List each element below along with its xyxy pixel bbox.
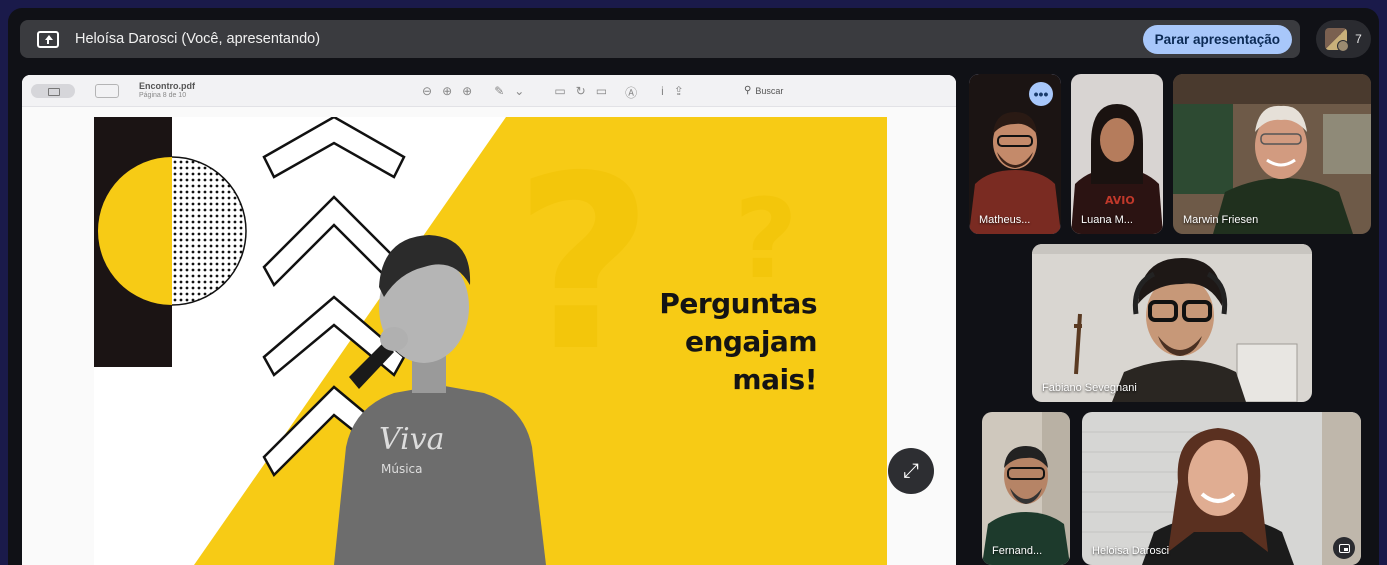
more-options-icon[interactable]: •••	[1029, 82, 1053, 106]
share-icon[interactable]: ⇪	[674, 84, 684, 101]
participant-tile-fabiano[interactable]: Fabiano Sevegnani	[1032, 244, 1312, 402]
participant-tile-marwin[interactable]: Marwin Friesen	[1173, 74, 1371, 234]
slide-headline: Perguntas engajam mais!	[659, 285, 817, 399]
svg-text:Música: Música	[381, 462, 423, 476]
pip-icon[interactable]	[1333, 537, 1355, 559]
zoom-fit-icon[interactable]: ⊕	[462, 84, 472, 101]
shared-screen: Encontro.pdf Página 8 de 10 ⊖ ⊕ ⊕ ✎ ⌄ ▭ …	[22, 75, 956, 565]
markup-chevron-icon[interactable]: ⌄	[514, 84, 524, 101]
participant-count: 7	[1355, 32, 1362, 46]
participant-name: Fernand...	[992, 545, 1043, 557]
participant-tile-fernando[interactable]: Fernand...	[982, 412, 1070, 565]
crop-icon[interactable]: ▭	[554, 84, 565, 101]
search-label: Buscar	[755, 85, 784, 96]
file-info: Encontro.pdf Página 8 de 10	[139, 81, 195, 101]
expand-icon[interactable]: ⤢	[888, 448, 934, 494]
presenting-bar: Heloísa Darosci (Você, apresentando) Par…	[20, 20, 1300, 58]
participant-name: Heloisa Darosci	[1092, 545, 1170, 557]
rotate-icon[interactable]: ↻	[576, 84, 586, 101]
zoom-out-icon[interactable]: ⊖	[422, 84, 432, 101]
layout-button[interactable]	[95, 83, 119, 98]
svg-text:?: ?	[734, 175, 798, 303]
participant-name: Marwin Friesen	[1183, 214, 1259, 226]
page-info: Página 8 de 10	[139, 91, 187, 99]
svg-text:?: ?	[514, 124, 653, 404]
zoom-in-icon[interactable]: ⊕	[442, 84, 452, 101]
svg-text:Viva: Viva	[379, 422, 445, 457]
meeting-stage: Heloísa Darosci (Você, apresentando) Par…	[8, 8, 1379, 565]
viewer-tools: ⊖ ⊕ ⊕ ✎ ⌄ ▭ ↻ ▭ Ⓐ i ⇪	[422, 84, 684, 101]
file-name: Encontro.pdf	[139, 80, 195, 91]
participant-tile-heloisa[interactable]: Heloisa Darosci	[1082, 412, 1361, 565]
headline-line-1: Perguntas	[659, 287, 817, 320]
participant-video	[1082, 412, 1361, 565]
participant-video	[982, 412, 1070, 565]
participants-button[interactable]: 7	[1316, 20, 1371, 58]
participant-video: AVIO	[1071, 74, 1163, 234]
participant-tile-matheus[interactable]: ••• Matheus...	[969, 74, 1061, 234]
participant-video	[1032, 244, 1312, 402]
participant-tile-luana[interactable]: AVIO Luana M...	[1071, 74, 1163, 234]
search-icon: ⚲	[744, 85, 752, 96]
present-screen-icon	[37, 30, 59, 48]
pdf-viewer-toolbar: Encontro.pdf Página 8 de 10 ⊖ ⊕ ⊕ ✎ ⌄ ▭ …	[22, 75, 956, 107]
document-area: ? ? Viva Música Perguntas engajam mais!	[22, 107, 956, 565]
highlight-icon[interactable]: Ⓐ	[625, 84, 637, 101]
markup-icon[interactable]: ✎	[494, 84, 504, 101]
presenter-label: Heloísa Darosci (Você, apresentando)	[75, 31, 321, 47]
participant-avatars	[1325, 28, 1350, 52]
info-icon[interactable]: i	[661, 84, 664, 101]
participant-name: Matheus...	[979, 214, 1031, 226]
stop-presenting-button[interactable]: Parar apresentação	[1142, 24, 1292, 54]
sign-icon[interactable]: ▭	[596, 84, 607, 101]
participant-video	[1173, 74, 1371, 234]
headline-line-3: mais!	[732, 363, 817, 396]
presentation-slide: ? ? Viva Música Perguntas engajam mais!	[94, 117, 887, 565]
sidebar-toggle-button[interactable]	[31, 83, 75, 98]
participant-name: Luana M...	[1081, 214, 1133, 226]
viewer-search[interactable]: ⚲ Buscar	[744, 85, 783, 96]
participant-name: Fabiano Sevegnani	[1042, 382, 1137, 394]
svg-text:AVIO: AVIO	[1105, 194, 1135, 207]
headline-line-2: engajam	[684, 325, 818, 358]
